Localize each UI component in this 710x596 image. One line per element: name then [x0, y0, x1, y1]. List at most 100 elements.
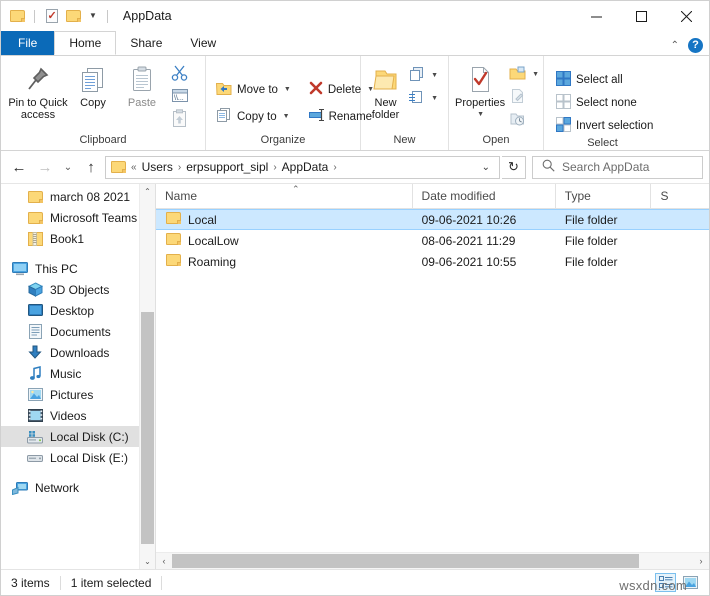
address-dropdown-icon[interactable]: ⌄	[475, 162, 497, 173]
network-icon	[12, 480, 28, 496]
maximize-button[interactable]	[619, 1, 664, 31]
properties-button[interactable]: Properties ▼	[455, 60, 505, 121]
select-none-button[interactable]: Select none	[552, 91, 641, 114]
breadcrumb-users[interactable]: Users	[138, 160, 177, 174]
tab-view[interactable]: View	[176, 31, 230, 55]
ribbon-group-clipboard: Pin to Quick access Copy Paste \\... Cli…	[1, 56, 206, 150]
tab-home[interactable]: Home	[54, 31, 117, 55]
new-item-icon	[408, 66, 425, 85]
pin-label-line1: Pin to Quick	[8, 97, 68, 109]
recent-locations-button[interactable]: ⌄	[59, 155, 77, 179]
sidebar-item-music[interactable]: Music	[1, 363, 139, 384]
forward-button[interactable]: →	[33, 155, 57, 179]
pin-to-quick-access-button[interactable]: Pin to Quick access	[7, 60, 69, 121]
breadcrumb-overflow-icon[interactable]: «	[130, 162, 138, 173]
scroll-right-arrow-icon[interactable]: ›	[693, 553, 709, 569]
copy-button[interactable]: Copy	[69, 60, 117, 109]
invert-selection-button[interactable]: Invert selection	[552, 114, 657, 137]
new-folder-button[interactable]: New folder	[367, 60, 404, 121]
ribbon-group-open: Properties ▼ ▼ Open	[449, 56, 544, 150]
folder-icon	[166, 212, 181, 227]
column-header-type[interactable]: Type	[556, 184, 652, 208]
scroll-up-arrow-icon[interactable]: ⌃	[140, 184, 155, 199]
sidebar-item-local-disk-c[interactable]: Local Disk (C:)	[1, 426, 139, 447]
breadcrumb-appdata[interactable]: AppData	[278, 160, 333, 174]
large-icons-view-button[interactable]	[680, 573, 701, 592]
minimize-button[interactable]	[574, 1, 619, 31]
edit-button[interactable]	[505, 86, 543, 109]
sidebar-item-label: Microsoft Teams	[50, 210, 138, 225]
breadcrumb-sep-3[interactable]: ›	[332, 162, 337, 173]
scroll-down-arrow-icon[interactable]: ⌄	[140, 554, 155, 569]
move-to-caret-icon[interactable]: ▼	[284, 86, 291, 93]
sidebar-item-microsoft-teams[interactable]: Microsoft Teams	[1, 207, 139, 228]
sidebar-item-desktop[interactable]: Desktop	[1, 300, 139, 321]
easy-access-caret-icon[interactable]: ▼	[431, 95, 438, 102]
sidebar-item-pictures[interactable]: Pictures	[1, 384, 139, 405]
open-button[interactable]: ▼	[505, 63, 543, 86]
sidebar-item-label: Documents	[50, 324, 111, 339]
breadcrumb-bar[interactable]: « Users › erpsupport_sipl › AppData › ⌄	[105, 155, 500, 179]
row-size-cell	[651, 210, 709, 229]
sidebar-item-documents[interactable]: Documents	[1, 321, 139, 342]
row-name-label: Roaming	[188, 254, 237, 269]
new-folder-icon[interactable]	[65, 8, 82, 25]
paste-button[interactable]: Paste	[117, 60, 167, 109]
new-item-button[interactable]: ▼	[404, 64, 442, 87]
cut-button[interactable]	[167, 62, 193, 86]
help-icon[interactable]: ?	[688, 38, 703, 53]
file-list-horizontal-scrollbar[interactable]: ‹ ›	[156, 552, 709, 569]
properties-caret-icon[interactable]: ▼	[477, 109, 484, 121]
sidebar-item-march-08-2021[interactable]: march 08 2021	[1, 186, 139, 207]
back-button[interactable]: ←	[7, 155, 31, 179]
sidebar-item-videos[interactable]: Videos	[1, 405, 139, 426]
open-caret-icon[interactable]: ▼	[532, 71, 539, 78]
new-item-caret-icon[interactable]: ▼	[431, 72, 438, 79]
sidebar-item-this-pc[interactable]: This PC	[1, 258, 139, 279]
column-header-name-label: Name	[165, 189, 198, 203]
ribbon-group-new: New folder ▼ ▼ New	[361, 56, 449, 150]
collapse-ribbon-icon[interactable]: ⌃	[671, 40, 679, 51]
column-header-date-modified[interactable]: Date modified	[413, 184, 556, 208]
up-button[interactable]: ↑	[79, 155, 103, 179]
tab-file[interactable]: File	[1, 31, 55, 55]
navigation-scrollbar[interactable]: ⌃ ⌄	[139, 184, 155, 569]
sidebar-item-network[interactable]: Network	[1, 477, 139, 498]
sidebar-item-book1[interactable]: Book1	[1, 228, 139, 249]
copy-to-button[interactable]: Copy to ▼	[212, 105, 294, 128]
scroll-left-arrow-icon[interactable]: ‹	[156, 553, 172, 569]
refresh-button[interactable]: ↻	[502, 155, 526, 179]
folder-icon[interactable]	[9, 8, 26, 25]
search-input[interactable]: Search AppData	[532, 155, 703, 179]
customize-caret-icon[interactable]: ▼	[87, 12, 99, 20]
sidebar-item-local-disk-e[interactable]: Local Disk (E:)	[1, 447, 139, 468]
tab-share[interactable]: Share	[116, 31, 176, 55]
select-all-button[interactable]: Select all	[552, 68, 627, 91]
navigation-scroll-thumb[interactable]	[141, 312, 154, 544]
table-row[interactable]: Local 09-06-2021 10:26 File folder	[156, 209, 709, 230]
move-to-button[interactable]: Move to ▼	[212, 78, 295, 101]
properties-label: Properties	[455, 97, 506, 109]
row-date-cell: 09-06-2021 10:55	[421, 254, 517, 269]
column-header-name[interactable]: Name ⌃	[156, 184, 413, 208]
column-header-size-label: S	[660, 189, 669, 203]
open-folder-icon	[509, 66, 526, 84]
hscroll-track[interactable]	[172, 553, 693, 569]
copy-to-caret-icon[interactable]: ▼	[283, 113, 290, 120]
this-pc-icon	[12, 261, 28, 277]
copy-path-button[interactable]: \\...	[167, 86, 193, 108]
history-button[interactable]	[505, 109, 543, 132]
sidebar-item-3d-objects[interactable]: 3D Objects	[1, 279, 139, 300]
table-row[interactable]: Roaming 09-06-2021 10:55 File folder	[156, 251, 709, 272]
breadcrumb-erpsupport-sipl[interactable]: erpsupport_sipl	[182, 160, 272, 174]
table-row[interactable]: LocalLow 08-06-2021 11:29 File folder	[156, 230, 709, 251]
paste-shortcut-button[interactable]	[167, 108, 193, 132]
easy-access-button[interactable]: ▼	[404, 87, 442, 110]
properties-icon[interactable]: ✓	[43, 8, 60, 25]
close-button[interactable]	[664, 1, 709, 31]
column-header-size[interactable]: S	[651, 184, 709, 208]
sidebar-item-label: Local Disk (E:)	[50, 450, 129, 465]
hscroll-thumb[interactable]	[172, 554, 639, 568]
details-view-button[interactable]	[655, 573, 676, 592]
sidebar-item-downloads[interactable]: Downloads	[1, 342, 139, 363]
